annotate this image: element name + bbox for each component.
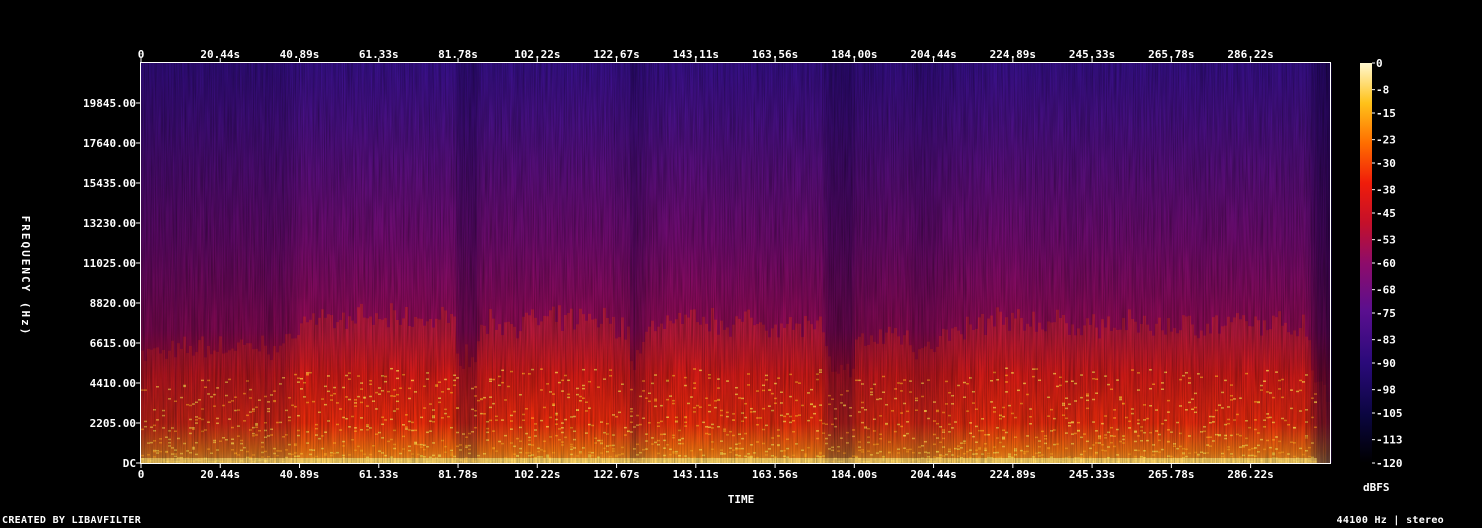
x-tick-top-label: 122.67s (593, 48, 639, 61)
colorbar-tick-label: -30 (1376, 157, 1396, 170)
colorbar-tick-label: -83 (1376, 334, 1396, 347)
y-tick-label: 19845.00 (83, 97, 136, 110)
x-tick-bottom-label: 143.11s (673, 468, 719, 481)
x-tick-bottom-label: 20.44s (200, 468, 240, 481)
y-tick-label: 17640.00 (83, 137, 136, 150)
colorbar-tick-label: -45 (1376, 207, 1396, 220)
x-tick-bottom-label: 61.33s (359, 468, 399, 481)
y-tick-label: 13230.00 (83, 217, 136, 230)
x-tick-top-label: 163.56s (752, 48, 798, 61)
colorbar-tick-label: -60 (1376, 257, 1396, 270)
x-tick-top-label: 20.44s (200, 48, 240, 61)
x-tick-bottom-label: 81.78s (438, 468, 478, 481)
x-axis-top: 0 20.44s 40.89s 61.33s 81.78s 102.22s 122.67s 1… (138, 48, 1274, 62)
colorbar-tick-label: -53 (1376, 234, 1396, 247)
x-axis-label: TIME (728, 493, 755, 506)
colorbar-label: dBFS (1363, 481, 1390, 494)
colorbar-tick-label: -113 (1376, 434, 1403, 447)
x-tick-top-label: 143.11s (673, 48, 719, 61)
colorbar-tick-label: -98 (1376, 384, 1396, 397)
x-tick-top-label: 265.78s (1148, 48, 1194, 61)
spectrogram-figure: 0 20.44s 40.89s 61.33s 81.78s 102.22s 122.67s 1… (0, 0, 1482, 528)
y-tick-label: 2205.00 (90, 417, 136, 430)
x-tick-top-label: 102.22s (514, 48, 560, 61)
x-tick-bottom-label: 0 (138, 468, 145, 481)
x-tick-bottom-label: 204.44s (910, 468, 956, 481)
spectrogram-grain (141, 63, 1330, 463)
y-axis-label: FREQUENCY (Hz) (19, 216, 32, 337)
x-tick-top-label: 286.22s (1227, 48, 1273, 61)
colorbar-tick-label: -38 (1376, 184, 1396, 197)
y-tick-label: 15435.00 (83, 177, 136, 190)
x-tick-top-label: 245.33s (1069, 48, 1115, 61)
x-tick-bottom-label: 163.56s (752, 468, 798, 481)
colorbar-tick-label: -15 (1376, 107, 1396, 120)
footer-credit: CREATED BY LIBAVFILTER (2, 515, 142, 526)
colorbar-tick-label: -90 (1376, 357, 1396, 370)
x-tick-top-label: 61.33s (359, 48, 399, 61)
x-tick-bottom-label: 184.00s (831, 468, 877, 481)
colorbar-tick-label: -75 (1376, 307, 1396, 320)
x-tick-bottom-label: 102.22s (514, 468, 560, 481)
colorbar-tick-label: -105 (1376, 407, 1403, 420)
y-tick-label: DC (123, 457, 136, 470)
colorbar-gradient (1360, 63, 1372, 463)
x-tick-top-label: 40.89s (280, 48, 320, 61)
spectrogram-plot (140, 62, 1332, 464)
colorbar-tick-label: -8 (1376, 84, 1389, 97)
colorbar-tick-label: -68 (1376, 284, 1396, 297)
x-tick-bottom-label: 122.67s (593, 468, 639, 481)
x-tick-bottom-label: 40.89s (280, 468, 320, 481)
footer-sample-info: 44100 Hz | stereo (1336, 515, 1444, 526)
x-tick-bottom-label: 265.78s (1148, 468, 1194, 481)
x-tick-top-label: 81.78s (438, 48, 478, 61)
x-tick-bottom-label: 286.22s (1227, 468, 1273, 481)
x-tick-top-label: 0 (138, 48, 145, 61)
y-tick-label: 4410.00 (90, 377, 136, 390)
y-tick-label: 11025.00 (83, 257, 136, 270)
y-tick-label: 8820.00 (90, 297, 136, 310)
y-tick-label: 6615.00 (90, 337, 136, 350)
x-tick-top-label: 184.00s (831, 48, 877, 61)
x-tick-bottom-label: 224.89s (990, 468, 1036, 481)
x-tick-bottom-label: 245.33s (1069, 468, 1115, 481)
x-tick-top-label: 224.89s (990, 48, 1036, 61)
colorbar-tick-label: -120 (1376, 457, 1403, 470)
colorbar-tick-label: -23 (1376, 134, 1396, 147)
colorbar-tick-label: 0 (1376, 57, 1383, 70)
x-tick-top-label: 204.44s (910, 48, 956, 61)
